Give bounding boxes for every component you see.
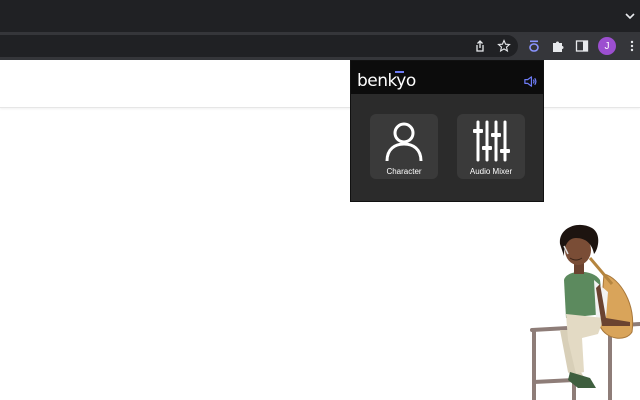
- character-label: Character: [386, 167, 422, 176]
- kebab-menu-icon[interactable]: [624, 38, 640, 54]
- popup-header: benkyo: [351, 61, 543, 94]
- share-icon[interactable]: [472, 38, 488, 54]
- side-panel-icon[interactable]: [574, 38, 590, 54]
- profile-avatar[interactable]: J: [598, 37, 616, 55]
- character-illustration: [530, 224, 640, 400]
- browser-toolbar: [0, 32, 640, 60]
- speaker-icon[interactable]: [523, 74, 538, 89]
- sliders-icon: [473, 120, 510, 162]
- chevron-down-icon[interactable]: [623, 9, 637, 23]
- address-bar[interactable]: [0, 35, 518, 57]
- audio-mixer-label: Audio Mixer: [469, 167, 513, 176]
- screen: J benkyo Character Audio Mixer: [0, 0, 640, 400]
- benkyo-extension-icon[interactable]: [526, 38, 542, 54]
- puzzle-icon[interactable]: [550, 38, 566, 54]
- person-icon: [385, 122, 423, 162]
- page-header: [0, 60, 640, 108]
- star-icon[interactable]: [496, 38, 512, 54]
- extension-popup: benkyo Character Audio Mixer: [350, 60, 544, 202]
- character-button[interactable]: Character: [370, 114, 438, 179]
- logo-macron: [395, 71, 404, 73]
- audio-mixer-button[interactable]: Audio Mixer: [457, 114, 525, 179]
- benkyo-logo: benkyo: [357, 71, 416, 91]
- browser-tabstrip: [0, 0, 640, 32]
